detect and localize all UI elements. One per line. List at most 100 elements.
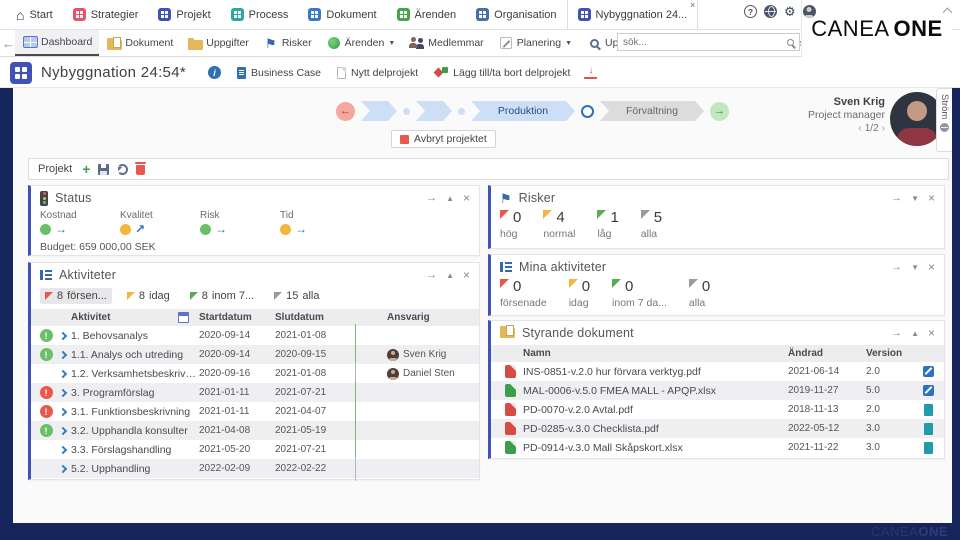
collapse-icon[interactable]: ▲: [911, 329, 919, 338]
my-stat-idag[interactable]: 0 idag: [569, 279, 590, 309]
close-panel-icon[interactable]: ×: [928, 260, 935, 274]
document-row[interactable]: INS-0851-v.2.0 hur förvara verktyg.pdf 2…: [491, 362, 944, 381]
activity-row[interactable]: ! 3.2. Upphandla konsulter 2021-04-08 20…: [31, 421, 479, 440]
add-remove-subproject-button[interactable]: Lägg till/ta bort delprojekt: [434, 66, 570, 79]
gear-icon[interactable]: ⚙: [784, 5, 796, 18]
close-tab-icon[interactable]: ×: [690, 1, 695, 10]
expand-chevron-icon[interactable]: [59, 426, 67, 434]
col-end[interactable]: Slutdatum: [275, 312, 355, 323]
document-row[interactable]: PD-0914-v.3.0 Mall Skåpskort.xlsx 2021-1…: [491, 438, 944, 457]
popout-icon[interactable]: →: [426, 269, 437, 281]
activity-row[interactable]: 3.3. Förslagshandling 2021-05-20 2021-07…: [31, 440, 479, 459]
phase-produktion[interactable]: Produktion: [471, 101, 575, 121]
save-icon[interactable]: [98, 164, 109, 175]
risk-stat-lag[interactable]: 1 låg: [597, 210, 618, 240]
close-panel-icon[interactable]: ×: [928, 326, 935, 340]
cancel-project-button[interactable]: Avbryt projektet: [391, 130, 496, 148]
col-activity[interactable]: Aktivitet: [71, 312, 110, 323]
activity-row[interactable]: ! 3.1. Funktionsbeskrivning 2021-01-11 2…: [31, 402, 479, 421]
ribbon-item-uppgifter[interactable]: Uppgifter: [180, 30, 256, 56]
search-input[interactable]: [623, 37, 787, 48]
activity-row[interactable]: ! 1.1. Analys och utreding 2020-09-14 20…: [31, 345, 479, 364]
expand-chevron-icon[interactable]: [59, 388, 67, 396]
back-icon[interactable]: ←: [2, 30, 15, 56]
tab-strategier[interactable]: Strategier: [63, 0, 149, 29]
tab-organisation[interactable]: Organisation: [466, 0, 566, 29]
ribbon-item-medlemmar[interactable]: Medlemmar: [402, 30, 490, 56]
help-icon[interactable]: ?: [744, 5, 757, 18]
ribbon-item-dokument[interactable]: Dokument: [99, 30, 180, 56]
filter-today[interactable]: 8idag: [122, 288, 175, 304]
phase-forvaltning[interactable]: Förvaltning: [600, 101, 704, 121]
col-owner[interactable]: Ansvarig: [387, 312, 475, 323]
close-panel-icon[interactable]: ×: [463, 191, 470, 205]
col-modified[interactable]: Ändrad: [788, 348, 866, 359]
refresh-icon[interactable]: [117, 164, 128, 175]
ribbon-item-dashboard[interactable]: Dashboard: [15, 30, 99, 56]
activity-row[interactable]: ! 3. Programförslag 2021-01-11 2021-07-2…: [31, 383, 479, 402]
phase-back-button[interactable]: ←: [336, 102, 355, 121]
user-avatar-icon[interactable]: [803, 5, 816, 18]
activity-row[interactable]: ! 1. Behovsanalys 2020-09-14 2021-01-08: [31, 326, 479, 345]
my-stat-inom7[interactable]: 0 inom 7 da...: [612, 279, 667, 309]
tab-process[interactable]: Process: [221, 0, 299, 29]
strom-side-tab[interactable]: Ström: [936, 88, 952, 152]
pager-next-icon[interactable]: ›: [882, 123, 885, 134]
expand-chevron-icon[interactable]: [59, 445, 67, 453]
filter-all[interactable]: 15alla: [269, 288, 324, 304]
tab-nybyggnation-active[interactable]: Nybyggnation 24... ×: [567, 0, 699, 29]
search-icon[interactable]: [787, 39, 794, 46]
delete-icon[interactable]: [136, 165, 145, 175]
activity-row[interactable]: 1.2. Verksamhetsbeskrivning 2020-09-16 2…: [31, 364, 479, 383]
risk-stat-normal[interactable]: 4 normal: [543, 210, 575, 240]
edit-document-icon[interactable]: [923, 366, 934, 377]
popout-icon[interactable]: →: [891, 327, 902, 339]
phase-forward-button[interactable]: →: [710, 102, 729, 121]
ribbon-item-risker[interactable]: ⚑ Risker: [256, 30, 319, 56]
ribbon-item-planering[interactable]: Planering ▼: [491, 30, 579, 56]
tab-arenden[interactable]: Ärenden: [387, 0, 467, 29]
expand-chevron-icon[interactable]: [59, 369, 67, 377]
document-row[interactable]: MAL-0006-v.5.0 FMEA MALL - APQP.xlsx 201…: [491, 381, 944, 400]
globe-icon[interactable]: [764, 5, 777, 18]
business-case-button[interactable]: Business Case: [237, 67, 321, 79]
popout-icon[interactable]: →: [891, 192, 902, 204]
view-document-icon[interactable]: [924, 404, 933, 416]
collapse-icon[interactable]: ▼: [911, 263, 919, 272]
my-stat-forsenade[interactable]: 0 försenade: [500, 279, 547, 309]
phase-chevron-1[interactable]: [361, 101, 397, 121]
expand-chevron-icon[interactable]: [59, 464, 67, 472]
phase-chevron-2[interactable]: [416, 101, 452, 121]
collapse-icon[interactable]: ▲: [446, 271, 454, 280]
new-subproject-button[interactable]: Nytt delprojekt: [337, 67, 418, 79]
col-name[interactable]: Namn: [523, 348, 788, 359]
calendar-icon[interactable]: [178, 312, 189, 323]
document-row[interactable]: PD-0285-v.3.0 Checklista.pdf 2022-05-12 …: [491, 419, 944, 438]
risk-stat-alla[interactable]: 5 alla: [641, 210, 662, 240]
tab-projekt[interactable]: Projekt: [148, 0, 220, 29]
filter-within-7[interactable]: 8inom 7...: [185, 288, 259, 304]
tab-dokument[interactable]: Dokument: [298, 0, 386, 29]
my-stat-alla[interactable]: 0 alla: [689, 279, 710, 309]
risk-stat-hog[interactable]: 0 hög: [500, 210, 521, 240]
expand-chevron-icon[interactable]: [59, 407, 67, 415]
popout-icon[interactable]: →: [426, 192, 437, 204]
document-row[interactable]: PD-0070-v.2.0 Avtal.pdf 2018-11-13 2.0: [491, 400, 944, 419]
popout-icon[interactable]: →: [891, 261, 902, 273]
col-version[interactable]: Version: [866, 348, 916, 359]
activity-row[interactable]: 5.2. Upphandling 2022-02-09 2022-02-22: [31, 459, 479, 478]
view-document-icon[interactable]: [924, 423, 933, 435]
filter-delayed[interactable]: 8försen...: [40, 288, 112, 304]
collapse-icon[interactable]: ▲: [446, 194, 454, 203]
pager-prev-icon[interactable]: ‹: [858, 123, 861, 134]
import-export-icon[interactable]: ↓: [584, 66, 597, 79]
expand-chevron-icon[interactable]: [59, 331, 67, 339]
collapse-icon[interactable]: ▼: [911, 194, 919, 203]
add-icon[interactable]: +: [82, 162, 90, 176]
col-start[interactable]: Startdatum: [199, 312, 275, 323]
close-panel-icon[interactable]: ×: [928, 191, 935, 205]
expand-chevron-icon[interactable]: [59, 350, 67, 358]
info-icon[interactable]: i: [208, 66, 221, 79]
view-document-icon[interactable]: [924, 442, 933, 454]
edit-document-icon[interactable]: [923, 385, 934, 396]
